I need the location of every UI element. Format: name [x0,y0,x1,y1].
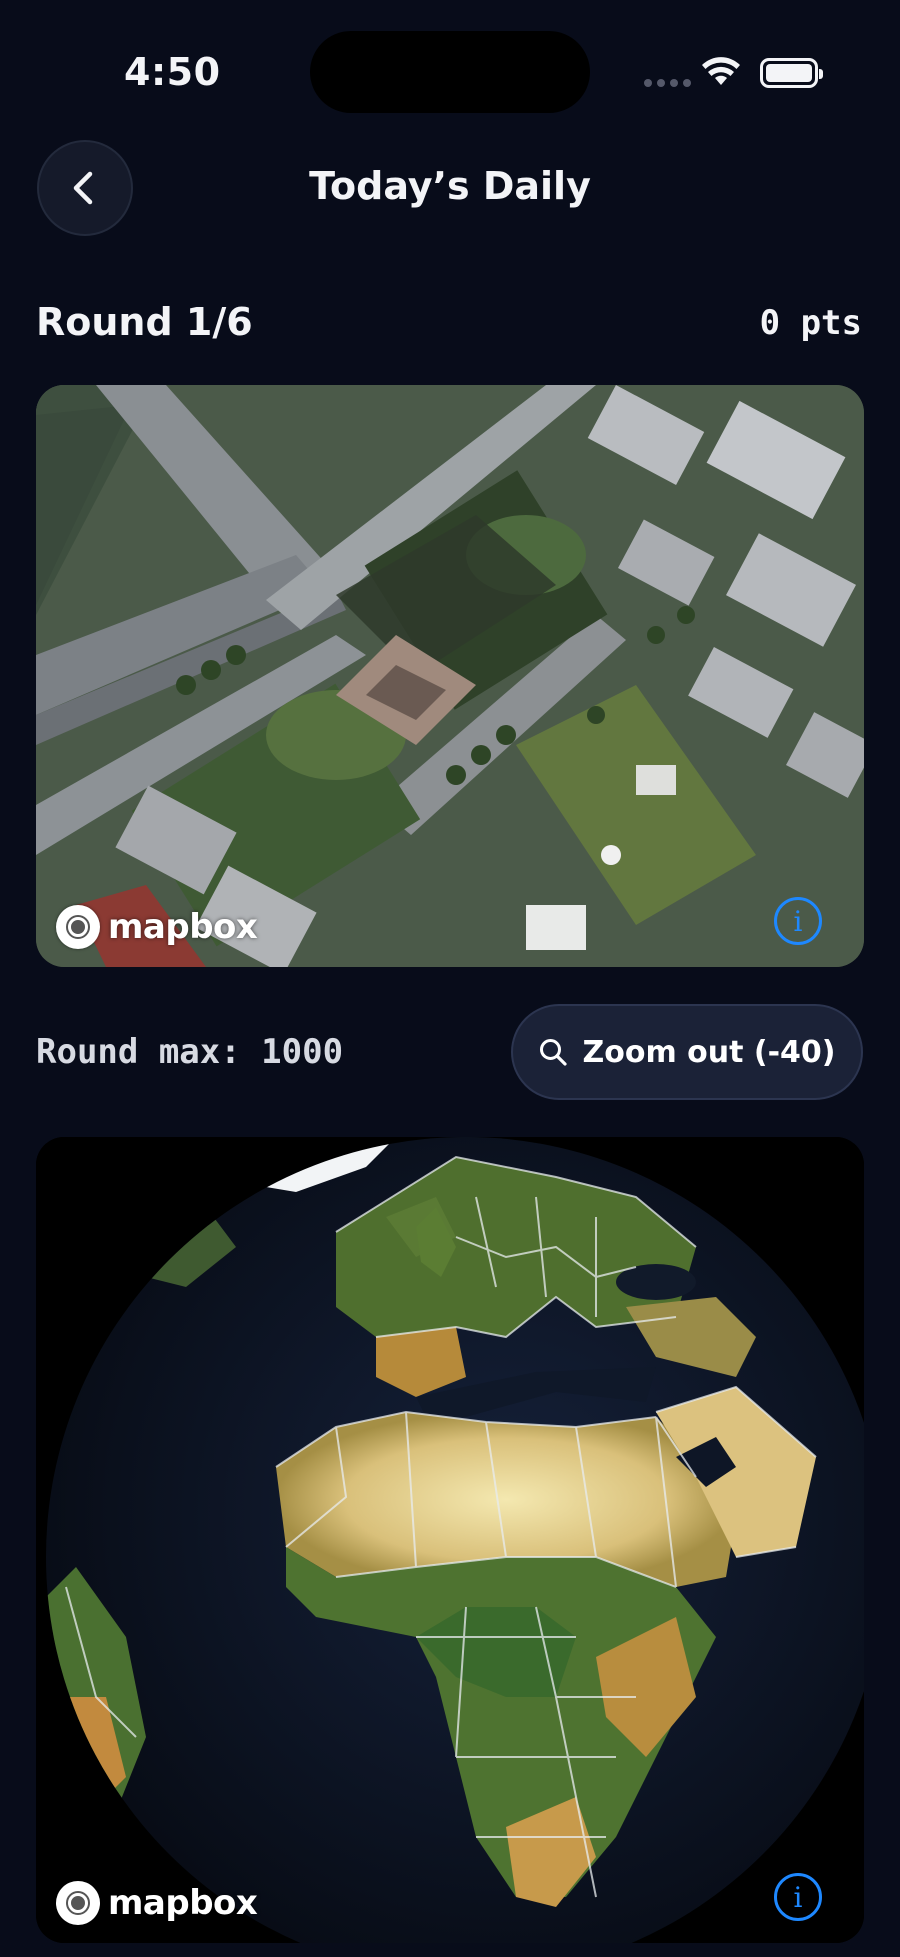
info-icon[interactable]: i [774,1873,822,1921]
page-title: Today’s Daily [309,164,591,208]
zoom-out-label: Zoom out (-40) [582,1034,836,1070]
wifi-icon [702,57,740,85]
status-time: 4:50 [124,50,221,94]
globe-map[interactable]: mapbox i [36,1137,864,1943]
zoom-out-button[interactable]: Zoom out (-40) [511,1004,863,1100]
dynamic-island [310,31,590,113]
info-icon[interactable]: i [774,897,822,945]
mapbox-wordmark: mapbox [108,907,258,947]
round-max-label: Round max: 1000 [36,1032,344,1072]
battery-icon [760,58,823,88]
chevron-left-icon [73,171,93,205]
points-score: 0 pts [759,303,862,343]
round-label: Round 1/6 [36,300,253,344]
signal-icon [644,79,691,87]
mapbox-wordmark: mapbox [108,1883,258,1923]
mapbox-logo[interactable]: mapbox [56,905,258,949]
mapbox-logo-icon [56,905,100,949]
search-icon [540,1039,568,1066]
mapbox-logo[interactable]: mapbox [56,1881,258,1925]
mapbox-logo-icon [56,1881,100,1925]
satellite-map[interactable]: mapbox i [36,385,864,967]
globe [36,1137,864,1943]
back-button[interactable] [37,140,133,236]
satellite-imagery [36,385,864,967]
